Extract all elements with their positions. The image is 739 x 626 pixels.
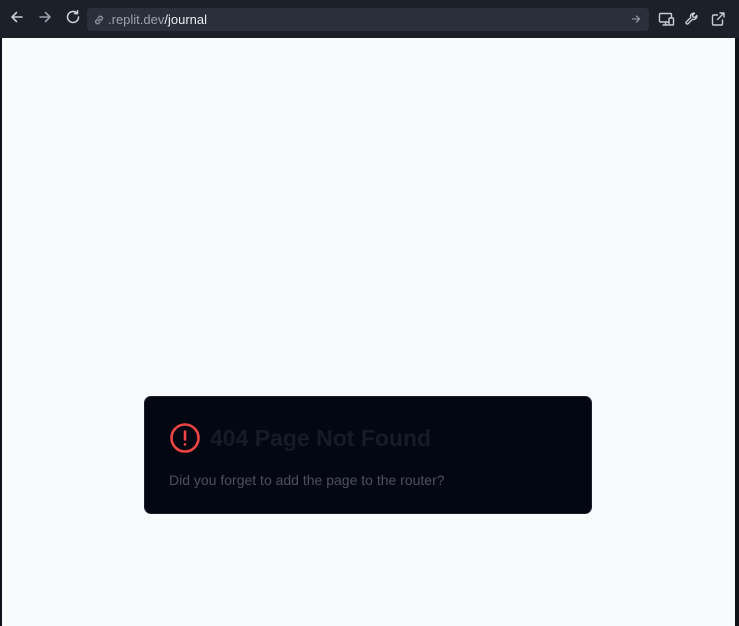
url-host: .replit.dev bbox=[108, 12, 165, 27]
link-icon bbox=[93, 14, 105, 26]
url-path: /journal bbox=[164, 12, 208, 27]
reload-icon bbox=[65, 9, 81, 30]
external-link-icon bbox=[710, 11, 726, 27]
error-card: 404 Page Not Found Did you forget to add… bbox=[144, 396, 592, 514]
reload-button[interactable] bbox=[63, 9, 83, 29]
address-bar[interactable]: .replit.dev/journal bbox=[87, 8, 649, 31]
back-button[interactable] bbox=[7, 9, 27, 29]
devtools-button[interactable] bbox=[683, 10, 701, 28]
arrow-right-icon bbox=[38, 10, 52, 29]
alert-circle-icon bbox=[169, 422, 201, 454]
error-card-header: 404 Page Not Found bbox=[169, 422, 431, 454]
forward-button[interactable] bbox=[35, 9, 55, 29]
page-viewport: 404 Page Not Found Did you forget to add… bbox=[2, 38, 735, 626]
open-external-button[interactable] bbox=[709, 10, 727, 28]
error-message: Did you forget to add the page to the ro… bbox=[169, 472, 445, 488]
go-button[interactable] bbox=[629, 12, 643, 26]
url-text: .replit.dev/journal bbox=[108, 12, 207, 27]
error-title: 404 Page Not Found bbox=[210, 424, 432, 451]
arrow-right-icon bbox=[631, 14, 641, 24]
browser-toolbar: .replit.dev/journal bbox=[0, 0, 739, 38]
monitor-icon bbox=[658, 11, 675, 28]
arrow-left-icon bbox=[10, 10, 24, 29]
devices-button[interactable] bbox=[657, 10, 675, 28]
wrench-icon bbox=[684, 11, 700, 27]
